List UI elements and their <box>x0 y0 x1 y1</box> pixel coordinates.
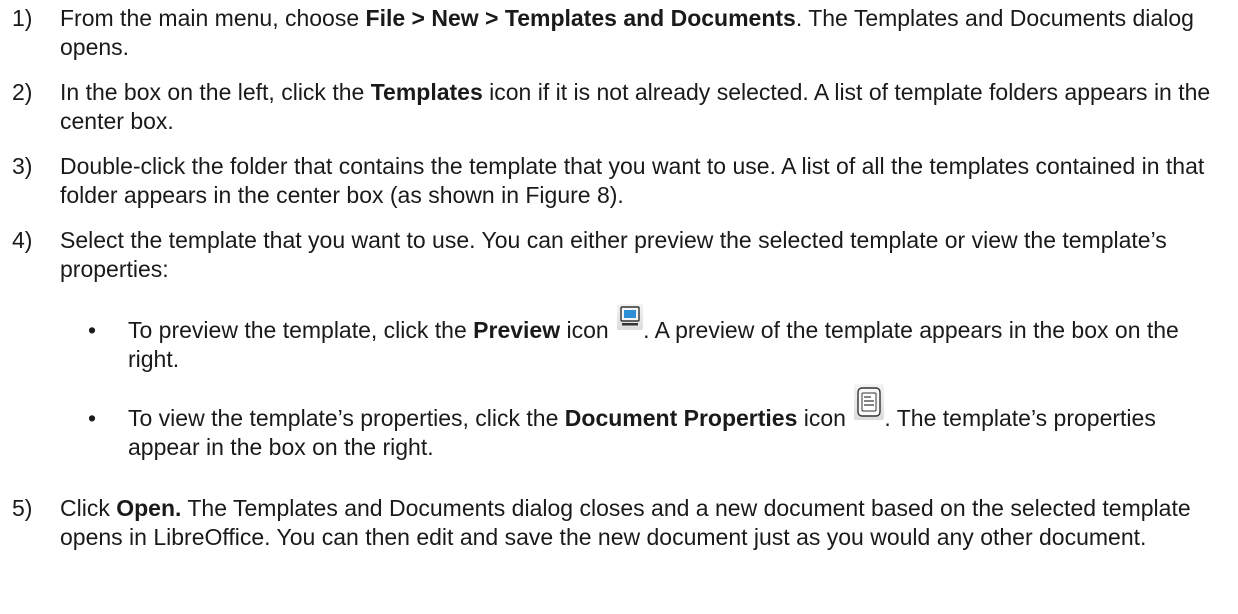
step-number: 4) <box>12 227 33 253</box>
step-text: Double-click the folder that contains th… <box>60 153 1205 208</box>
preview-icon <box>617 304 644 330</box>
step-text: From the main menu, choose File > New > … <box>60 5 1194 60</box>
menu-path: File > New > Templates and Documents <box>365 5 796 31</box>
step-number: 3) <box>12 153 33 179</box>
bullet-text: To view the template’s properties, click… <box>128 384 1228 462</box>
open-label: Open. <box>116 495 182 521</box>
step-text: Select the template that you want to use… <box>60 227 1167 282</box>
step-number: 5) <box>12 495 33 521</box>
preview-label: Preview <box>473 317 561 343</box>
bullet-dot: • <box>88 405 97 431</box>
step-text: In the box on the left, click the Templa… <box>60 79 1211 134</box>
step-text: Click Open. The Templates and Documents … <box>60 495 1191 550</box>
templates-label: Templates <box>370 79 483 105</box>
document-properties-label: Document Properties <box>564 405 798 431</box>
bullet-dot: • <box>88 317 97 343</box>
document-properties-icon <box>854 384 885 420</box>
step-number: 2) <box>12 79 33 105</box>
step-number: 1) <box>12 5 33 31</box>
bullet-text: To preview the template, click the Previ… <box>128 304 1228 374</box>
